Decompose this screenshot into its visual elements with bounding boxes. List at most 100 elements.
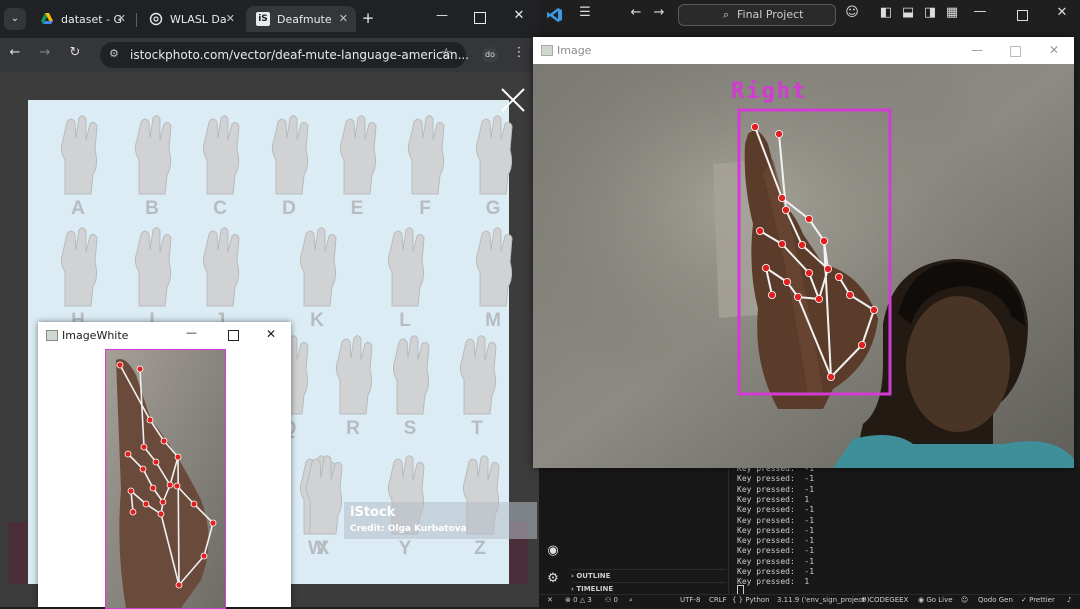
new-tab-button[interactable]: + [360,9,376,29]
explorer-sidebar: › OUTLINE › TIMELINE [567,467,729,594]
hand-landmark [804,214,813,223]
imagewhite-window: ImageWhite — ✕ [38,322,291,609]
toggle-sidebar-icon[interactable]: ◧ [879,5,893,20]
ports-indicator[interactable]: ⚇ 0 [605,596,618,604]
terminal-panel[interactable]: Key pressed: -1 Key pressed: -1 Key presse… [729,464,1080,595]
command-center-search[interactable]: ⌕ Final Project [678,4,836,26]
bookmark-star-icon[interactable]: ☆ [440,46,453,62]
asl-sign-t-illustration [450,330,506,415]
back-icon[interactable]: ← [6,45,24,60]
terminal-line: Key pressed: -1 [737,474,815,484]
asl-sign-d-illustration [262,110,318,195]
hand-landmark [149,484,157,492]
terminal-line: Key pressed: -1 [737,484,815,494]
close-icon[interactable]: ✕ [339,12,348,25]
tab-label: Deafmute [277,12,332,26]
drive-icon [40,12,54,26]
copilot-status-icon[interactable]: ☺ [961,596,968,604]
hand-landmark [834,272,843,281]
maximize-button[interactable] [1010,46,1021,57]
search-icon: ⌕ [723,8,730,21]
asl-sign-m-illustration [466,222,522,307]
hand-landmark [209,519,217,527]
hand-landmark [777,239,786,248]
encoding-status[interactable]: UTF-8 [680,596,700,604]
close-window-button[interactable]: ✕ [511,8,527,23]
asl-sign-r-illustration [326,330,382,415]
menu-icon[interactable]: ☰ [577,5,593,20]
chevron-right-icon: › [571,572,574,580]
eol-status[interactable]: CRLF [709,596,727,604]
asl-letter-label: T [471,418,483,439]
hand-landmark [755,226,764,235]
close-window-button[interactable]: ✕ [266,327,276,341]
toggle-panel-icon[interactable]: ⬓ [901,5,915,20]
menu-icon[interactable]: ⋮ [512,45,526,60]
copilot-icon[interactable]: ☺ [844,5,860,20]
profile-avatar[interactable]: do [482,47,498,63]
customize-layout-icon[interactable]: ▦ [945,5,959,20]
terminal-line: Key pressed: -1 [737,536,815,546]
asl-letter-label: S [403,418,417,439]
golive-label: Go Live [926,596,953,604]
hand-landmark [774,130,783,139]
reload-icon[interactable]: ↻ [66,45,84,60]
hand-landmark [793,292,802,301]
asl-letter-label: G [485,198,501,219]
asl-letter-label: R [346,418,360,439]
problems-indicator[interactable]: ⊗ 0 △ 3 [565,596,592,604]
imagewhite-titlebar[interactable]: ImageWhite — ✕ [38,322,291,348]
outline-section[interactable]: › OUTLINE [571,569,726,580]
tab-strip: ⌄ dataset - G ✕ WLASL Da ✕ iS Deafmute ✕… [0,0,539,38]
watermark-credit: Credit: Olga Kurbatova [350,524,467,534]
close-window-button[interactable]: ✕ [1055,5,1069,20]
timeline-label: TIMELINE [576,585,614,593]
close-icon[interactable]: ✕ [117,12,126,25]
maximize-button[interactable] [228,330,239,341]
zoom-icon[interactable]: ⌕ [629,596,633,605]
terminal-line: Key pressed: -1 [737,525,815,535]
tab-dataset[interactable]: dataset - G ✕ [30,6,134,32]
hand-landmark [129,508,137,516]
maximize-button[interactable] [1017,10,1028,21]
site-info-icon[interactable]: ⚙ [109,47,119,60]
url-text: istockphoto.com/vector/deaf-mute-languag… [130,48,470,62]
toggle-secondary-sidebar-icon[interactable]: ◨ [923,5,937,20]
golive-status[interactable]: ◉ Go Live [918,596,953,604]
bell-icon[interactable]: ♪ [1067,596,1071,604]
codegeex-status[interactable]: ⊕ CODEGEEX [861,596,908,604]
vscode-logo-icon [547,7,563,27]
prettier-status[interactable]: ✓ Prettier [1021,596,1055,604]
asl-letter-label: Z [474,538,486,559]
interpreter-status[interactable]: 3.11.9 ('env_sign_project') [777,596,869,604]
language-status[interactable]: { } Python [732,596,770,604]
forward-icon[interactable]: → [652,5,666,20]
minimize-button[interactable]: — [434,8,450,22]
maximize-button[interactable] [474,12,486,24]
close-icon[interactable] [497,84,529,116]
close-window-button[interactable]: ✕ [1044,43,1064,57]
hand-landmark [845,290,854,299]
timeline-section[interactable]: › TIMELINE [571,582,726,593]
close-icon[interactable]: ✕ [226,12,235,25]
gear-icon[interactable]: ⚙ [545,571,561,586]
hand-landmark [166,481,174,489]
qodo-status[interactable]: Qodo Gen [978,596,1013,604]
vscode-titlebar: ☰ ← → ⌕ Final Project ☺ ◧ ⬓ ◨ ▦ — ✕ [539,0,1080,30]
hand-landmark [819,236,828,245]
remote-icon[interactable]: ✕ [547,596,553,604]
forward-icon[interactable]: → [36,45,54,60]
tab-wlasl[interactable]: WLASL Da ✕ [139,6,243,32]
hand-landmark [823,264,832,273]
minimize-button[interactable]: — [186,326,197,339]
tab-deafmute[interactable]: iS Deafmute ✕ [246,6,356,32]
minimize-button[interactable]: — [973,4,987,19]
back-icon[interactable]: ← [629,5,643,20]
tab-search-button[interactable]: ⌄ [4,8,26,30]
account-icon[interactable]: ◉ [545,543,561,558]
address-bar[interactable]: ⚙ istockphoto.com/vector/deaf-mute-langu… [100,42,470,68]
image-window-titlebar[interactable]: Image — ✕ [533,37,1074,64]
hand-landmark [826,372,835,381]
asl-sign-a-illustration [51,110,107,195]
minimize-button[interactable]: — [967,43,987,57]
